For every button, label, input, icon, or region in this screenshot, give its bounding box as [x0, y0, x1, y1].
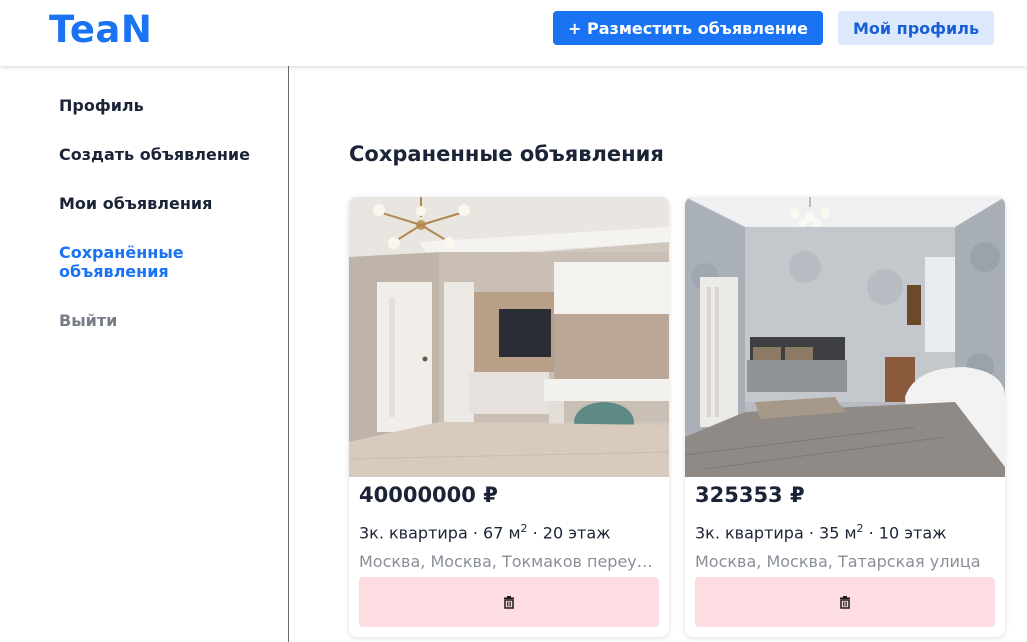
- listing-floor: 20 этаж: [542, 523, 611, 543]
- listing-rooms: 3к. квартира: [695, 523, 804, 543]
- logo[interactable]: TeaN: [49, 8, 152, 51]
- area-unit-power: 2: [856, 522, 864, 535]
- sidebar-item-my-listings[interactable]: Мои объявления: [59, 194, 212, 213]
- trash-icon: [504, 595, 514, 609]
- listing-address: Москва, Москва, Татарская улица: [695, 552, 981, 571]
- listing-card[interactable]: 325353 ₽ 3к. квартира · 35 м2 · 10 этаж …: [685, 197, 1005, 637]
- listing-details: 3к. квартира · 35 м2 · 10 этаж: [695, 522, 947, 543]
- sidebar: Профиль Создать объявление Мои объявлени…: [0, 66, 289, 642]
- page-title: Сохраненные объявления: [349, 142, 664, 166]
- area-unit-power: 2: [520, 522, 528, 535]
- listing-photo[interactable]: [685, 197, 1005, 477]
- listing-area: 67 м: [483, 523, 521, 543]
- sidebar-item-saved-listings[interactable]: Сохранённые объявления: [59, 243, 219, 281]
- remove-saved-button[interactable]: [695, 577, 995, 627]
- my-profile-button[interactable]: Мой профиль: [838, 11, 994, 45]
- listing-address: Москва, Москва, Токмаков переулок: [359, 552, 659, 571]
- sidebar-item-create-listing[interactable]: Создать объявление: [59, 145, 250, 164]
- sidebar-item-logout[interactable]: Выйти: [59, 311, 117, 330]
- listing-area: 35 м: [819, 523, 857, 543]
- remove-saved-button[interactable]: [359, 577, 659, 627]
- listing-floor: 10 этаж: [878, 523, 947, 543]
- sidebar-item-profile[interactable]: Профиль: [59, 96, 144, 115]
- trash-icon: [840, 595, 850, 609]
- listing-price: 40000000 ₽: [359, 483, 498, 507]
- listing-details: 3к. квартира · 67 м2 · 20 этаж: [359, 522, 611, 543]
- apartment-photo-modern: [349, 197, 669, 477]
- post-listing-button[interactable]: + Разместить объявление: [553, 11, 823, 45]
- top-header: TeaN + Разместить объявление Мой профиль: [0, 0, 1027, 66]
- listing-card[interactable]: 40000000 ₽ 3к. квартира · 67 м2 · 20 эта…: [349, 197, 669, 637]
- listing-photo[interactable]: [349, 197, 669, 477]
- apartment-photo-classic: [685, 197, 1005, 477]
- listing-rooms: 3к. квартира: [359, 523, 468, 543]
- listing-price: 325353 ₽: [695, 483, 805, 507]
